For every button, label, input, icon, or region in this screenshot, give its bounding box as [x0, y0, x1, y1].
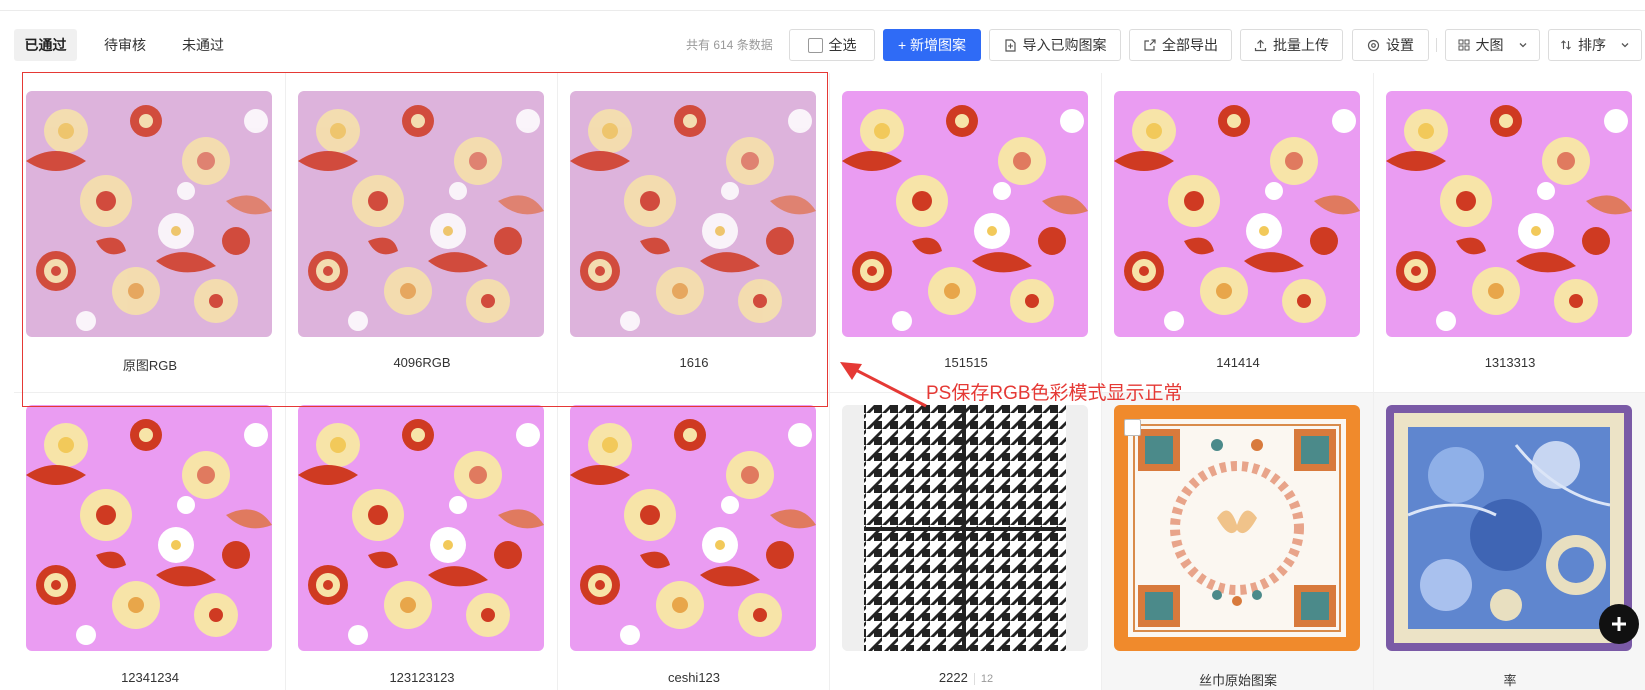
select-all-label: 全选 [828, 37, 857, 53]
upload-icon [1254, 39, 1267, 52]
pattern-thumbnail[interactable] [26, 405, 272, 651]
select-all-button[interactable]: 全选 [789, 29, 875, 61]
pattern-thumbnail[interactable] [1114, 91, 1360, 337]
export-icon [1143, 38, 1156, 52]
add-pattern-label: + 新增图案 [897, 37, 967, 53]
pattern-thumbnail[interactable] [298, 91, 544, 337]
batch-upload-button[interactable]: 批量上传 [1240, 29, 1343, 61]
pattern-card[interactable]: 率 [1374, 393, 1645, 690]
toolbar-divider [1436, 38, 1437, 52]
pattern-name: 12341234 [121, 670, 179, 685]
chevron-down-icon [1518, 40, 1528, 50]
pattern-thumbnail[interactable] [1386, 91, 1632, 337]
pattern-card[interactable]: 2222 12 [830, 393, 1102, 690]
add-pattern-button[interactable]: + 新增图案 [883, 29, 981, 61]
pattern-name: 123123123 [389, 670, 455, 685]
pattern-thumbnail[interactable] [570, 405, 816, 651]
select-checkbox[interactable] [1124, 419, 1141, 436]
pattern-name: 丝巾原始图案 [1198, 673, 1277, 688]
pattern-card[interactable]: 丝巾原始图案 [1102, 393, 1374, 690]
plus-icon [1612, 617, 1626, 631]
add-floating-button[interactable] [1599, 604, 1639, 644]
import-icon [1004, 38, 1017, 52]
pattern-card[interactable]: 151515 [830, 73, 1102, 393]
toolbar: 已通过 待审核 未通过 共有 614 条数据 全选 + 新增图案 导入已购图案 … [0, 27, 1645, 61]
import-purchased-button[interactable]: 导入已购图案 [989, 29, 1121, 61]
pattern-thumbnail[interactable] [570, 91, 816, 337]
pattern-name: 率 [1503, 673, 1517, 688]
pattern-name: 1313313 [1484, 355, 1536, 370]
pattern-thumbnail[interactable] [1386, 405, 1632, 651]
grid-icon [1458, 39, 1470, 51]
checkbox-icon[interactable] [807, 37, 823, 53]
export-all-button[interactable]: 全部导出 [1129, 29, 1232, 61]
pattern-thumbnail[interactable] [26, 91, 272, 337]
pattern-extra: 12 [973, 673, 994, 685]
import-purchased-label: 导入已购图案 [1022, 37, 1107, 53]
pattern-name: 原图RGB [122, 358, 178, 373]
tab-pending[interactable]: 待审核 [92, 29, 158, 61]
export-all-label: 全部导出 [1162, 37, 1218, 53]
pattern-card[interactable]: 123123123 [286, 393, 558, 690]
pattern-card[interactable]: ceshi123 [558, 393, 830, 690]
tab-approved[interactable]: 已通过 [14, 29, 77, 61]
view-mode-label: 大图 [1475, 37, 1504, 53]
pattern-card[interactable]: 141414 [1102, 73, 1374, 393]
sort-label: 排序 [1578, 37, 1606, 53]
batch-upload-label: 批量上传 [1273, 37, 1329, 53]
pattern-thumbnail[interactable] [842, 91, 1088, 337]
pattern-card[interactable]: 1313313 [1374, 73, 1645, 393]
sort-icon [1560, 39, 1572, 51]
sort-select[interactable]: 排序 [1548, 29, 1642, 61]
pattern-name: 4096RGB [393, 355, 451, 370]
pattern-name: 1616 [679, 355, 709, 370]
top-divider [0, 10, 1645, 11]
pattern-name: 2222 12 [830, 670, 1102, 685]
settings-button[interactable]: 设置 [1352, 29, 1429, 61]
pattern-card[interactable]: 1616 [558, 73, 830, 393]
pattern-name-text: 2222 [938, 670, 968, 685]
record-count: 共有 614 条数据 [686, 38, 773, 52]
gear-icon [1367, 39, 1380, 52]
pattern-card[interactable]: 原图RGB [14, 73, 286, 393]
annotation-arrow-icon [840, 362, 927, 408]
annotation-text: PS保存RGB色彩模式显示正常 [926, 383, 1183, 404]
settings-label: 设置 [1386, 37, 1414, 53]
pattern-thumbnail[interactable] [1114, 405, 1360, 651]
pattern-card[interactable]: 4096RGB [286, 73, 558, 393]
pattern-card[interactable]: 12341234 [14, 393, 286, 690]
pattern-thumbnail[interactable] [298, 405, 544, 651]
pattern-name: 141414 [1216, 355, 1260, 370]
pattern-thumbnail[interactable] [842, 405, 1088, 651]
pattern-grid: 原图RGB 4096RGB 1616 151515 141414 1313313 [14, 73, 1645, 690]
chevron-down-icon [1620, 40, 1630, 50]
pattern-name: ceshi123 [667, 670, 721, 685]
tab-rejected[interactable]: 未通过 [170, 29, 236, 61]
view-mode-select[interactable]: 大图 [1445, 29, 1540, 61]
